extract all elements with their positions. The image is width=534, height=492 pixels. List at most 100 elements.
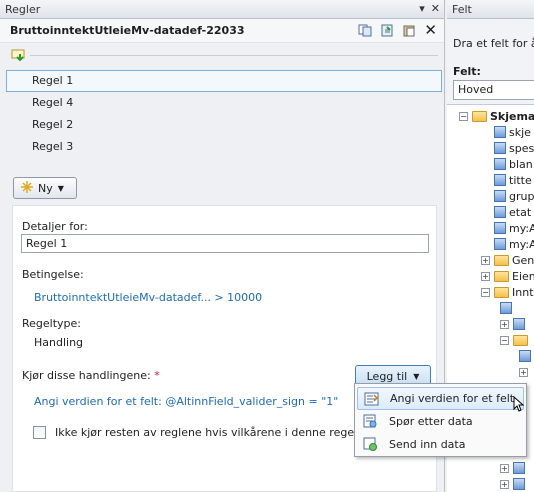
tree-node-label: etat <box>509 205 532 219</box>
actions-label-text: Kjør disse handlingene: <box>22 369 151 382</box>
query-data-icon <box>363 414 378 428</box>
condition-label: Betingelse: <box>22 268 84 281</box>
set-field-value-icon <box>364 392 379 406</box>
collapse-icon[interactable]: − <box>500 335 509 345</box>
toolbar-divider <box>30 55 438 56</box>
fields-description: Dra et felt for å l <box>453 37 534 50</box>
action-link[interactable]: Angi verdien for et felt: @AltinnField_v… <box>34 395 338 408</box>
field-icon <box>519 350 531 362</box>
rule-label: Regel 3 <box>32 140 74 153</box>
copy-icon[interactable] <box>358 24 372 37</box>
expand-icon[interactable]: + <box>500 319 509 329</box>
fields-pane-title: Felt <box>452 2 472 16</box>
tree-node[interactable]: titte <box>494 172 532 188</box>
field-icon <box>494 190 506 202</box>
paste-rule-icon[interactable] <box>380 24 394 37</box>
condition-link[interactable]: BruttoinntektUtleieMv-datadef... > 10000 <box>34 291 262 304</box>
expand-icon[interactable]: + <box>500 479 509 489</box>
submit-data-icon <box>363 437 378 451</box>
rule-item[interactable]: Regel 2 <box>6 114 442 136</box>
field-icon <box>513 318 525 330</box>
rule-label: Regel 4 <box>32 96 74 109</box>
ruletype-value: Handling <box>34 336 84 349</box>
field-icon <box>494 126 506 138</box>
add-rule-icon[interactable] <box>11 48 27 65</box>
paste-icon[interactable] <box>402 24 416 37</box>
tree-node[interactable]: + Gen <box>481 252 534 268</box>
rule-label: Regel 1 <box>32 74 74 87</box>
tree-node[interactable]: + <box>519 364 532 380</box>
menu-item-query-data[interactable]: Spør etter data <box>357 410 524 433</box>
tree-node-label: my:A <box>509 221 534 235</box>
close-rules-icon[interactable]: ✕ <box>424 23 437 38</box>
tree-node[interactable]: + Eien <box>481 268 534 284</box>
tree-node[interactable]: etat <box>494 204 531 220</box>
tree-node-label: skje <box>509 125 531 139</box>
folder-icon <box>472 110 487 122</box>
tree-node-label: Innt <box>512 285 534 299</box>
ruletype-label: Regeltype: <box>22 317 82 330</box>
rule-name-input[interactable]: Regel 1 <box>21 234 429 253</box>
rules-toolbar <box>0 43 444 67</box>
field-label: Felt: <box>453 65 481 78</box>
pane-close-icon[interactable]: ✕ <box>431 2 440 15</box>
tree-node[interactable]: skje <box>494 124 531 140</box>
field-icon <box>494 238 506 250</box>
add-action-menu: Angi verdien for et felt Spør etter data… <box>354 383 527 457</box>
tree-node[interactable]: + <box>500 476 528 492</box>
stop-rules-checkbox[interactable] <box>33 426 46 439</box>
rule-list: Regel 1 Regel 4 Regel 2 Regel 3 <box>6 70 442 158</box>
tree-node[interactable] <box>519 348 534 364</box>
pane-menu-icon[interactable]: ▾ <box>419 2 425 15</box>
field-icon <box>494 222 506 234</box>
tree-node[interactable]: my:A <box>494 220 534 236</box>
sparkle-icon <box>21 180 33 196</box>
field-icon <box>500 302 512 314</box>
rule-label: Regel 2 <box>32 118 74 131</box>
collapse-icon[interactable]: − <box>481 287 490 297</box>
field-source-select[interactable]: Hoved <box>453 80 534 100</box>
fields-pane-header: Felt <box>447 0 534 19</box>
rule-item[interactable]: Regel 4 <box>6 92 442 114</box>
folder-icon <box>494 286 509 298</box>
expand-icon[interactable]: + <box>500 463 509 473</box>
expand-icon[interactable]: + <box>481 255 490 265</box>
tree-node-label: grup <box>509 189 534 203</box>
new-rule-button[interactable]: Ny ▼ <box>13 177 77 199</box>
tree-node[interactable]: spes <box>494 140 534 156</box>
tree-node[interactable]: + <box>500 460 528 476</box>
tree-node-label: Gen <box>512 253 534 267</box>
field-icon <box>494 142 506 154</box>
expand-icon[interactable]: + <box>481 271 490 281</box>
tree-node[interactable]: − <box>500 332 531 348</box>
menu-item-submit-data[interactable]: Send inn data <box>357 433 524 456</box>
datadef-title: BruttoinntektUtleieMv-datadef-22033 <box>10 24 245 37</box>
field-icon <box>513 478 525 490</box>
tree-node[interactable]: − Innt <box>481 284 534 300</box>
tree-node[interactable]: − Skjema <box>459 108 534 124</box>
menu-item-set-field-value[interactable]: Angi verdien for et felt <box>357 387 525 412</box>
tree-node[interactable] <box>500 300 515 316</box>
field-icon <box>494 158 506 170</box>
tree-node-label: titte <box>509 173 532 187</box>
tree-node[interactable]: + <box>500 316 528 332</box>
expand-icon[interactable]: + <box>519 367 528 377</box>
rule-item[interactable]: Regel 1 <box>6 70 442 92</box>
collapse-icon[interactable]: − <box>459 111 468 121</box>
rules-pane-header: Regler ▾ ✕ <box>0 0 444 19</box>
folder-icon <box>513 334 528 346</box>
folder-icon <box>494 270 509 282</box>
chevron-down-icon: ▼ <box>413 371 420 381</box>
add-action-label: Legg til <box>366 369 408 383</box>
menu-item-label: Spør etter data <box>389 415 473 428</box>
new-rule-label: Ny <box>38 181 53 195</box>
menu-item-label: Send inn data <box>389 438 466 451</box>
rule-item[interactable]: Regel 3 <box>6 136 442 158</box>
field-icon <box>513 462 525 474</box>
tree-node[interactable]: my:A <box>494 236 534 252</box>
tree-node[interactable]: blan <box>494 156 533 172</box>
menu-item-label: Angi verdien for et felt <box>390 392 515 405</box>
tree-node[interactable]: grup <box>494 188 534 204</box>
field-icon <box>494 174 506 186</box>
rules-pane-title: Regler <box>5 2 41 16</box>
